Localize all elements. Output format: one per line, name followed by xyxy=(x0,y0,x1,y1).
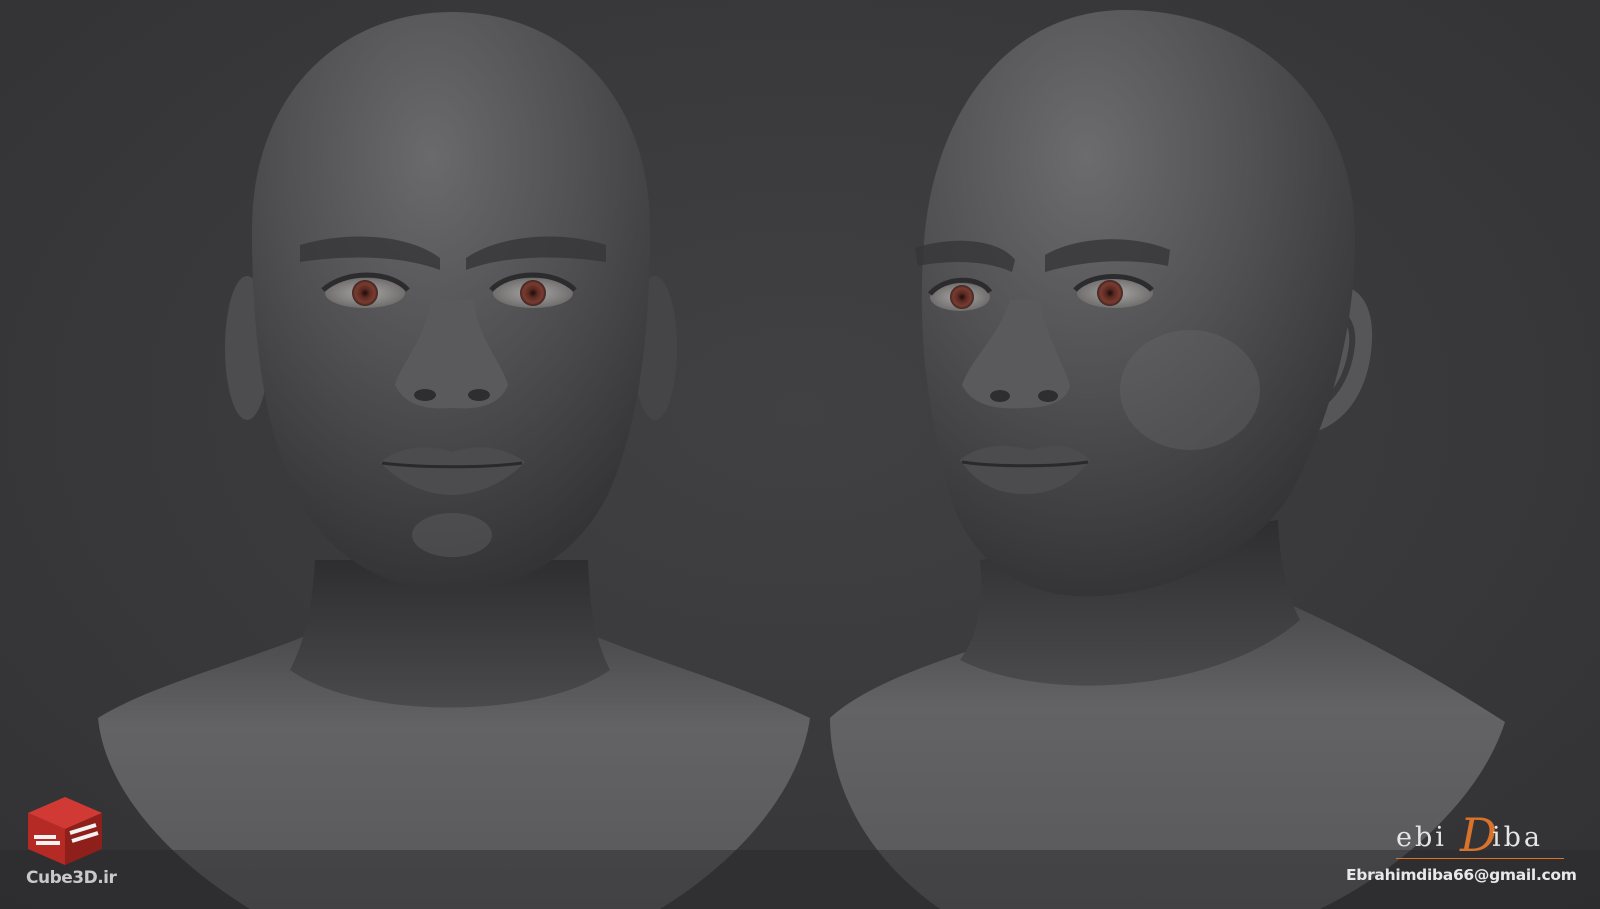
artist-email-text: Ebrahimdiba66@gmail.com xyxy=(1346,866,1577,884)
front-right-iris xyxy=(520,280,546,306)
side-left-iris xyxy=(950,285,974,309)
signature-prefix: ebi xyxy=(1396,822,1447,853)
side-right-iris xyxy=(1097,280,1123,306)
sculpt-renders xyxy=(98,10,1505,909)
site-watermark-text: Cube3D.ir xyxy=(26,868,117,888)
three-quarter-view-bust xyxy=(830,10,1505,909)
red-cube-logo-icon xyxy=(28,797,102,865)
render-canvas: Cube3D.ir ebi D iba Ebrahimdiba66@gmail.… xyxy=(0,0,1600,909)
signature-underline xyxy=(1396,858,1564,859)
front-view-bust xyxy=(98,12,810,909)
signature-suffix: iba xyxy=(1492,822,1544,853)
artist-signature: ebi D iba xyxy=(1396,808,1571,866)
front-left-iris xyxy=(352,280,378,306)
